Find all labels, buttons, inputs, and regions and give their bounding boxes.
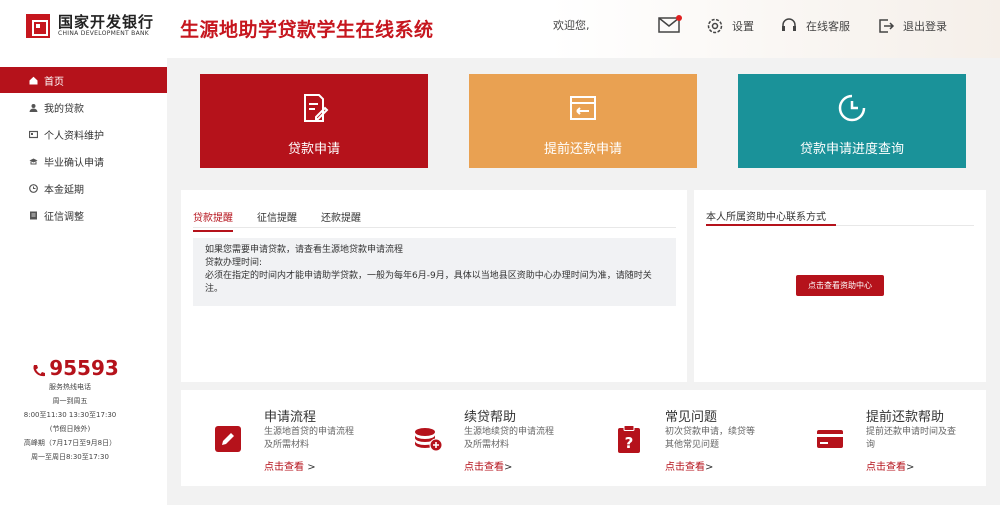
view-link[interactable]: 点击查看> <box>866 458 914 473</box>
bank-logo[interactable]: 国家开发银行 CHINA DEVELOPMENT BANK <box>26 14 154 38</box>
notice-line: 如果您需要申请贷款，请查看生源地贷款申请流程 <box>205 245 404 255</box>
sidebar-item-label: 首页 <box>44 76 64 88</box>
coins-plus-icon <box>413 424 443 454</box>
sidebar-item-graduation[interactable]: 毕业确认申请 <box>0 148 167 174</box>
notice-line: 必须在指定的时间内才能申请助学贷款，一般为每年6月-9月，具体以当地县区资助中心… <box>205 271 652 294</box>
tile-label: 贷款申请 <box>287 142 340 157</box>
user-icon <box>29 103 38 112</box>
view-link[interactable]: 点击查看> <box>665 458 713 473</box>
return-icon <box>566 91 600 125</box>
help-title: 常见问题 <box>665 410 718 425</box>
view-aid-center-button[interactable]: 点击查看资助中心 <box>796 275 884 296</box>
home-icon <box>29 76 38 85</box>
logo-english-name: CHINA DEVELOPMENT BANK <box>58 30 150 37</box>
notice-box: 如果您需要申请贷款，请查看生源地贷款申请流程 贷款办理时间: 必须在指定的时间内… <box>193 238 676 306</box>
bank-card-icon <box>815 424 845 454</box>
progress-clock-icon <box>835 91 869 125</box>
hotline-block: 95593 服务热线电话 周一到周五 8:00至11:30 13:30至17:3… <box>0 356 140 464</box>
tab-loan-reminder[interactable]: 贷款提醒 <box>193 209 233 232</box>
contact-title-underline <box>706 224 836 226</box>
sidebar: 首页 我的贷款 个人资料维护 毕业确认申请 本金延期 征信调整 95593 服务… <box>0 58 167 505</box>
sidebar-item-label: 我的贷款 <box>44 103 84 115</box>
sidebar-item-home[interactable]: 首页 <box>0 67 167 93</box>
phone-icon <box>31 360 47 377</box>
tile-label: 提前还款申请 <box>543 142 622 157</box>
service-label: 在线客服 <box>806 20 850 33</box>
hotline-hours: 8:00至11:30 13:30至17:30 <box>23 411 117 419</box>
logout-icon <box>877 17 895 35</box>
tab-repayment-reminder[interactable]: 还款提醒 <box>321 209 361 232</box>
gear-icon <box>706 17 724 35</box>
tab-divider <box>193 227 676 228</box>
hotline-holiday-note: (节假日除外) <box>49 425 91 433</box>
reminder-tabs: 贷款提醒 征信提醒 还款提醒 <box>193 209 385 232</box>
reminder-panel: 贷款提醒 征信提醒 还款提醒 如果您需要申请贷款，请查看生源地贷款申请流程 贷款… <box>181 190 687 382</box>
hotline-peak-hours: 周一至周日8:30至17:30 <box>31 453 109 461</box>
system-title: 生源地助学贷款学生在线系统 <box>180 19 434 41</box>
id-card-icon <box>28 130 39 139</box>
notice-line: 贷款办理时间: <box>205 258 263 268</box>
mail-icon <box>658 15 682 33</box>
sidebar-item-my-loans[interactable]: 我的贷款 <box>0 94 167 120</box>
application-progress-tile[interactable]: 贷款申请进度查询 <box>738 74 966 168</box>
hotline-caption: 服务热线电话 <box>49 383 91 391</box>
online-service-button[interactable]: 在线客服 <box>780 17 850 35</box>
early-repayment-tile[interactable]: 提前还款申请 <box>469 74 697 168</box>
hotline-days: 周一到周五 <box>52 397 88 405</box>
logout-button[interactable]: 退出登录 <box>877 17 947 35</box>
pencil-icon <box>213 424 243 454</box>
notification-dot <box>676 15 682 21</box>
settings-button[interactable]: 设置 <box>706 17 754 35</box>
document-icon <box>29 211 38 220</box>
sidebar-item-label: 毕业确认申请 <box>44 157 104 169</box>
help-panel: 申请流程 生源地首贷的申请流程及所需材料 点击查看 > 续贷帮助 生源地续贷的申… <box>181 390 986 486</box>
settings-label: 设置 <box>732 20 754 33</box>
headset-icon <box>780 17 798 35</box>
hotline-number[interactable]: 95593 <box>49 356 119 380</box>
sidebar-item-profile[interactable]: 个人资料维护 <box>0 121 167 147</box>
loan-application-tile[interactable]: 贷款申请 <box>200 74 428 168</box>
view-link[interactable]: 点击查看> <box>464 458 512 473</box>
top-header: 国家开发银行 CHINA DEVELOPMENT BANK 生源地助学贷款学生在… <box>0 0 1000 58</box>
sidebar-item-label: 征信调整 <box>44 211 84 223</box>
clock-icon <box>29 183 38 193</box>
help-desc: 生源地续贷的申请流程及所需材料 <box>464 427 555 450</box>
tab-credit-reminder[interactable]: 征信提醒 <box>257 209 297 232</box>
bank-logo-mark <box>26 14 50 38</box>
graduation-icon <box>29 157 38 166</box>
mail-button[interactable] <box>658 15 682 33</box>
help-desc: 提前还款申请时间及查询 <box>866 427 957 450</box>
help-desc: 生源地首贷的申请流程及所需材料 <box>264 427 355 450</box>
sidebar-item-label: 本金延期 <box>44 184 84 196</box>
view-link[interactable]: 点击查看 > <box>264 458 316 473</box>
welcome-text: 欢迎您, <box>553 19 590 32</box>
sidebar-item-credit-adjust[interactable]: 征信调整 <box>0 202 167 228</box>
help-desc: 初次贷款申请，续贷等其他常见问题 <box>665 427 756 450</box>
question-clipboard-icon: ? <box>614 424 644 454</box>
edit-document-icon <box>297 91 331 125</box>
sidebar-item-label: 个人资料维护 <box>44 130 104 142</box>
logout-label: 退出登录 <box>903 20 947 33</box>
contact-title: 本人所属资助中心联系方式 <box>706 212 826 223</box>
help-title: 申请流程 <box>264 410 317 425</box>
hotline-peak-period: 高峰期（7月17日至9月8日） <box>23 439 117 447</box>
contact-panel: 本人所属资助中心联系方式 点击查看资助中心 <box>694 190 986 382</box>
logo-chinese-name: 国家开发银行 <box>58 13 155 31</box>
help-title: 提前还款帮助 <box>866 410 945 425</box>
svg-text:?: ? <box>625 434 634 452</box>
sidebar-item-principal-deferral[interactable]: 本金延期 <box>0 175 167 201</box>
help-title: 续贷帮助 <box>464 410 517 425</box>
tile-label: 贷款申请进度查询 <box>799 142 904 157</box>
